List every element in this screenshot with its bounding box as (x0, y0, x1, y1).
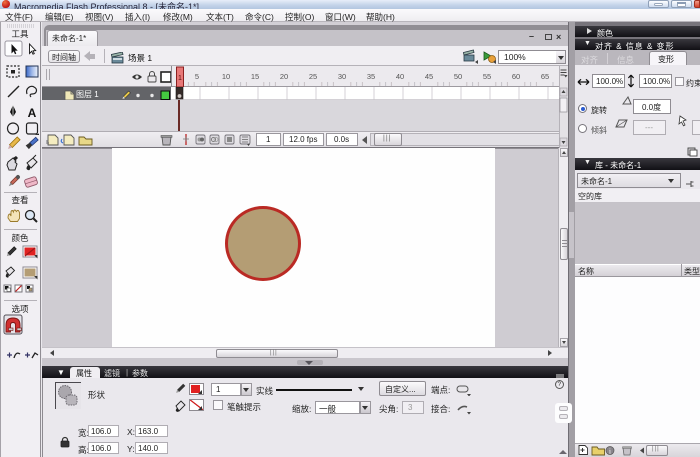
svg-text:55: 55 (483, 72, 491, 81)
svg-text:35: 35 (367, 72, 375, 81)
svg-text:颜色: 颜色 (11, 233, 29, 243)
svg-text:25: 25 (309, 72, 317, 81)
svg-text:i: i (609, 447, 611, 455)
svg-text:30: 30 (338, 72, 346, 81)
svg-text:20: 20 (280, 72, 288, 81)
svg-text:选项: 选项 (11, 304, 29, 314)
svg-text:查看: 查看 (11, 195, 28, 205)
svg-text:15: 15 (251, 72, 259, 81)
svg-text:5: 5 (195, 72, 199, 81)
svg-text:工具: 工具 (11, 29, 29, 39)
svg-text:65: 65 (541, 72, 549, 81)
svg-text:A: A (28, 106, 37, 120)
svg-text:10: 10 (222, 72, 230, 81)
svg-text:1: 1 (178, 75, 182, 82)
svg-text:50: 50 (454, 72, 462, 81)
svg-text:60: 60 (512, 72, 520, 81)
svg-text:45: 45 (425, 72, 433, 81)
svg-text:40: 40 (396, 72, 404, 81)
